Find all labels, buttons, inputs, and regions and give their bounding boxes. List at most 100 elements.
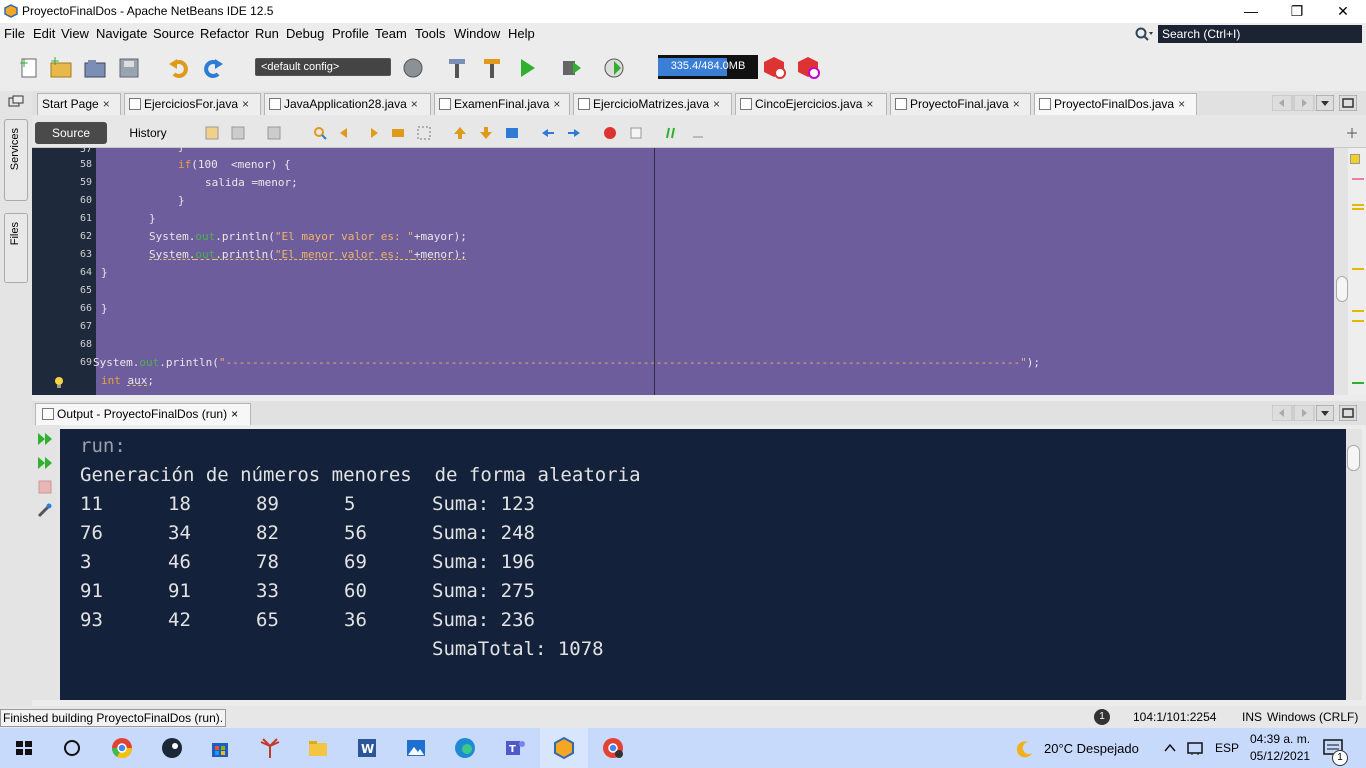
menu-file[interactable]: File xyxy=(4,26,25,41)
chrome-icon[interactable] xyxy=(110,736,134,760)
services-tab[interactable]: Services xyxy=(4,119,28,201)
debug-icon[interactable] xyxy=(558,55,584,81)
maximize-output-icon[interactable] xyxy=(1339,405,1357,421)
tab-proyectofinal[interactable]: ProyectoFinal.java × xyxy=(890,93,1031,115)
output-tab[interactable]: Output - ProyectoFinalDos (run) × xyxy=(35,403,251,425)
find-next-icon[interactable] xyxy=(364,125,380,141)
close-tab-icon[interactable]: × xyxy=(866,97,873,111)
input-language[interactable]: ESP xyxy=(1215,741,1239,755)
source-tab[interactable]: Source xyxy=(35,122,107,144)
teams-icon[interactable]: T xyxy=(503,736,527,760)
error-stripe[interactable] xyxy=(1348,148,1366,395)
forward-icon[interactable] xyxy=(266,125,282,141)
annotation-mark[interactable] xyxy=(1352,208,1364,210)
build-hammer-icon[interactable] xyxy=(444,55,470,81)
toggle-highlight-icon[interactable] xyxy=(390,125,406,141)
profile-icon[interactable] xyxy=(602,55,628,81)
back-icon[interactable] xyxy=(230,125,246,141)
tab-list-dropdown-icon[interactable] xyxy=(1316,95,1334,111)
annotation-mark[interactable] xyxy=(1352,268,1364,270)
photos-icon[interactable] xyxy=(404,736,428,760)
network-icon[interactable] xyxy=(1186,740,1204,756)
find-icon[interactable] xyxy=(312,125,328,141)
menu-run[interactable]: Run xyxy=(255,26,279,41)
save-all-icon[interactable] xyxy=(116,55,142,81)
menu-navigate[interactable]: Navigate xyxy=(96,26,147,41)
find-previous-icon[interactable] xyxy=(338,125,354,141)
windows-start-icon[interactable] xyxy=(12,736,36,760)
chrome-profile-icon[interactable] xyxy=(601,736,625,760)
clean-build-icon[interactable] xyxy=(478,55,504,81)
weather-text[interactable]: 20°C Despejado xyxy=(1044,741,1139,756)
new-file-icon[interactable]: + xyxy=(16,55,42,81)
close-button[interactable]: ✕ xyxy=(1320,0,1366,23)
moon-weather-icon[interactable] xyxy=(1016,740,1034,758)
steam-icon[interactable] xyxy=(160,736,184,760)
menu-view[interactable]: View xyxy=(61,26,89,41)
output-console[interactable]: run: Generación de números menores de fo… xyxy=(60,429,1346,700)
maximize-editor-icon[interactable] xyxy=(1339,95,1357,111)
undo-icon[interactable] xyxy=(166,55,192,81)
notifications-badge[interactable]: 1 xyxy=(1094,709,1110,725)
hint-bulb-icon[interactable] xyxy=(52,375,66,389)
menu-team[interactable]: Team xyxy=(375,26,407,41)
menu-edit[interactable]: Edit xyxy=(33,26,55,41)
run-icon[interactable] xyxy=(514,55,540,81)
search-icon[interactable] xyxy=(1134,26,1154,42)
open-project-icon[interactable] xyxy=(82,55,108,81)
close-tab-icon[interactable]: × xyxy=(103,97,110,111)
edge-icon[interactable] xyxy=(453,736,477,760)
record-macro-icon[interactable] xyxy=(602,125,618,141)
file-explorer-icon[interactable] xyxy=(306,736,330,760)
settings-wrench-icon[interactable] xyxy=(36,503,54,519)
close-tab-icon[interactable]: × xyxy=(553,97,560,111)
comment-icon[interactable] xyxy=(664,125,680,141)
menu-profile[interactable]: Profile xyxy=(332,26,369,41)
close-output-icon[interactable]: × xyxy=(231,407,238,421)
scroll-output-tabs-icon[interactable] xyxy=(1272,405,1316,421)
search-input[interactable]: Search (Ctrl+I) xyxy=(1158,25,1362,43)
uncomment-icon[interactable] xyxy=(690,125,706,141)
new-project-icon[interactable]: + xyxy=(48,55,74,81)
annotation-mark[interactable] xyxy=(1352,178,1364,180)
chevron-up-icon[interactable] xyxy=(1162,741,1178,755)
close-tab-icon[interactable]: × xyxy=(1013,97,1020,111)
tab-ejerciciosfor[interactable]: EjerciciosFor.java × xyxy=(124,93,261,115)
scrollbar-thumb[interactable] xyxy=(1336,276,1348,302)
files-tab[interactable]: Files xyxy=(4,213,28,283)
rect-selection-icon[interactable] xyxy=(416,125,432,141)
close-tab-icon[interactable]: × xyxy=(713,97,720,111)
shift-right-icon[interactable] xyxy=(566,125,582,141)
close-tab-icon[interactable]: × xyxy=(411,97,418,111)
stop-macro-icon[interactable] xyxy=(628,125,644,141)
tab-ejerciciomatrizes[interactable]: EjercicioMatrizes.java × xyxy=(573,93,732,115)
rerun-icon[interactable] xyxy=(36,431,54,447)
clock-time[interactable]: 04:39 a. m. xyxy=(1250,732,1310,746)
microsoft-store-icon[interactable] xyxy=(208,736,232,760)
tab-javaapplication28[interactable]: JavaApplication28.java × xyxy=(264,93,431,115)
word-icon[interactable]: W xyxy=(355,736,379,760)
memory-indicator[interactable]: 335.4/484.0MB xyxy=(658,55,758,79)
menu-source[interactable]: Source xyxy=(153,26,194,41)
code-editor[interactable]: 57 58 59 60 61 62 63 64 65 66 67 68 69 }… xyxy=(32,148,1334,395)
last-edit-icon[interactable] xyxy=(204,125,220,141)
tab-proyectofinaldos[interactable]: ProyectoFinalDos.java × xyxy=(1034,93,1197,115)
output-dropdown-icon[interactable] xyxy=(1316,405,1334,421)
close-tab-icon[interactable]: × xyxy=(242,97,249,111)
stop-icon[interactable] xyxy=(38,480,52,494)
scroll-tabs-icon[interactable] xyxy=(1272,95,1316,111)
menu-help[interactable]: Help xyxy=(508,26,535,41)
scrollbar-thumb[interactable] xyxy=(1347,445,1360,471)
search-circle-icon[interactable] xyxy=(60,736,84,760)
tab-cincoejercicios[interactable]: CincoEjercicios.java × xyxy=(735,93,887,115)
taskbar-active-app[interactable] xyxy=(540,728,588,768)
history-tab[interactable]: History xyxy=(114,122,182,144)
next-bookmark-icon[interactable] xyxy=(478,125,494,141)
close-tab-icon[interactable]: × xyxy=(1178,97,1185,111)
console-scrollbar[interactable] xyxy=(1346,429,1362,700)
annotation-mark[interactable] xyxy=(1352,382,1364,384)
menu-debug[interactable]: Debug xyxy=(286,26,324,41)
menu-refactor[interactable]: Refactor xyxy=(200,26,249,41)
clock-date[interactable]: 05/12/2021 xyxy=(1250,749,1310,763)
toggle-bookmark-icon[interactable] xyxy=(504,125,520,141)
